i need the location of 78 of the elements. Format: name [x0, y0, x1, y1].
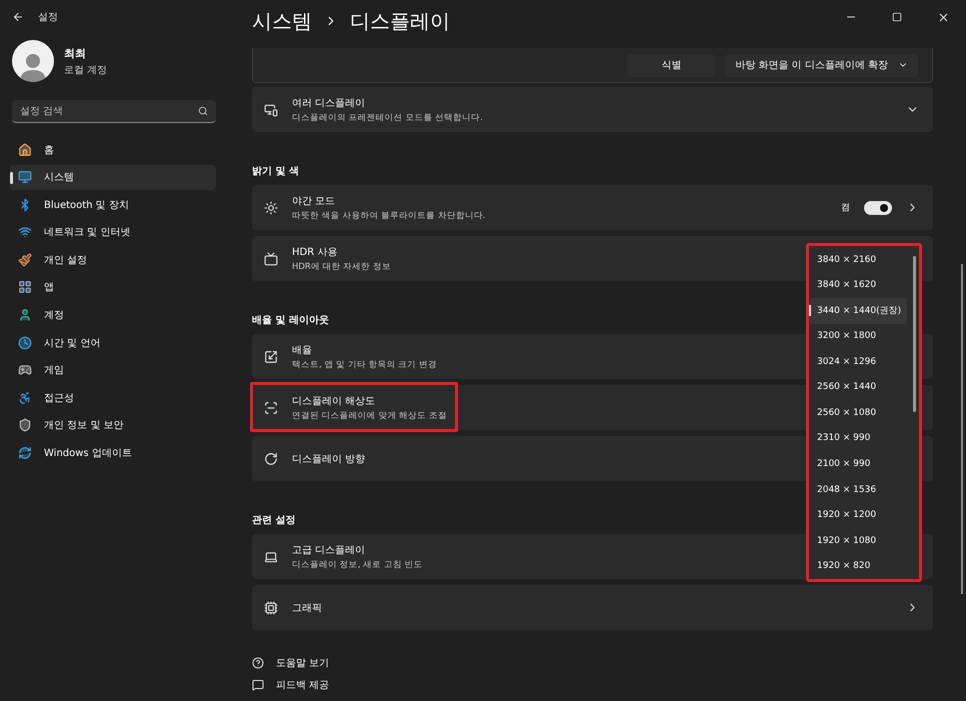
resolution-option[interactable]: 3440 × 1440(권장) [809, 298, 907, 324]
monitors-icon [264, 102, 278, 116]
identify-button[interactable]: 식별 [627, 54, 716, 76]
grid-icon [18, 280, 32, 294]
resolution-option[interactable]: 1920 × 1200 [809, 502, 907, 528]
hdr-icon [264, 252, 278, 266]
setting-description: HDR에 대한 자세한 정보 [292, 260, 391, 272]
nav-item[interactable]: 계정 [10, 302, 216, 328]
setting-title: HDR 사용 [292, 246, 338, 258]
nav-item[interactable]: 네트워크 및 인터넷 [10, 220, 216, 245]
scrollbar-thumb[interactable] [913, 256, 916, 412]
setting-description: 따뜻한 색을 사용하여 블루라이트를 차단합니다. [292, 210, 486, 222]
nav-item[interactable]: Windows 업데이트 [10, 440, 216, 466]
chip-icon [264, 600, 278, 614]
resolution-option[interactable]: 1920 × 820 [809, 553, 907, 579]
setting-row[interactable]: 야간 모드 따뜻한 색을 사용하여 블루라이트를 차단합니다. 켬 [252, 185, 933, 230]
rotate-icon [264, 452, 278, 466]
setting-title: 디스플레이 해상도 [292, 394, 376, 408]
section-header: 관련 설정 [252, 514, 296, 527]
section-header: 배율 및 레이아웃 [252, 314, 329, 327]
breadcrumb-parent[interactable]: 시스템 [252, 8, 312, 34]
scale-icon [264, 350, 278, 364]
toggle-switch[interactable] [864, 200, 892, 214]
setting-row[interactable]: 그래픽 [252, 585, 933, 630]
maximize-icon [892, 12, 902, 22]
account-name: 최최 [64, 46, 87, 60]
footer-link[interactable]: 피드백 제공 [276, 678, 330, 692]
help-icon [252, 657, 264, 669]
home-icon [18, 142, 32, 156]
nav-item[interactable]: Bluetooth 및 장치 [10, 192, 216, 218]
resolution-option[interactable]: 2100 × 990 [809, 451, 907, 477]
laptop-icon [264, 550, 278, 564]
setting-description: 텍스트, 앱 및 기타 항목의 크기 변경 [292, 358, 437, 370]
close-icon [936, 10, 950, 24]
toggle-state: 켬 [841, 202, 850, 214]
resolution-icon [264, 400, 278, 414]
setting-title: 야간 모드 [292, 194, 336, 208]
refresh-icon [18, 446, 32, 460]
window-title: 설정 [38, 11, 58, 24]
avatar [12, 40, 54, 82]
gamepad-icon [18, 363, 32, 378]
nav-item[interactable]: 접근성 [10, 385, 216, 410]
nav-item[interactable]: 게임 [10, 358, 216, 383]
paintbrush-icon [18, 252, 32, 267]
wifi-icon [18, 225, 32, 240]
setting-row[interactable]: 여러 디스플레이 디스플레이의 프레젠테이션 모드를 선택합니다. [252, 87, 933, 132]
nav-item[interactable]: 개인 설정 [10, 247, 216, 272]
display-mode-dropdown[interactable]: 바탕 화면을 이 디스플레이에 확장 [725, 54, 918, 76]
setting-description: 디스플레이의 프레젠테이션 모드를 선택합니다. [292, 112, 483, 124]
setting-title: 배율 [292, 344, 312, 356]
resolution-option[interactable]: 3024 × 1296 [809, 349, 907, 375]
shield-icon [18, 418, 32, 432]
nav-item[interactable]: 시간 및 언어 [10, 330, 216, 356]
accessibility-icon [18, 390, 32, 405]
setting-description: 디스플레이 정보, 새로 고침 빈도 [292, 558, 423, 570]
resolution-option[interactable]: 2560 × 1080 [809, 400, 907, 426]
setting-description: 연결된 디스플레이에 맞게 해상도 조절 [292, 410, 447, 422]
back-icon[interactable] [12, 11, 24, 23]
sun-icon [264, 200, 278, 214]
search-icon [198, 106, 208, 116]
resolution-option[interactable]: 3840 × 2160 [809, 247, 907, 273]
page-title: 디스플레이 [350, 8, 450, 34]
nav-item[interactable]: 시스템 [10, 164, 216, 190]
footer-link[interactable]: 도움말 보기 [276, 656, 330, 670]
search-field[interactable]: 설정 검색 [12, 100, 216, 123]
feedback-icon [252, 679, 264, 691]
nav-item[interactable]: 홈 [10, 137, 216, 162]
monitor-icon [18, 170, 32, 184]
clock-icon [18, 336, 32, 350]
setting-title: 그래픽 [292, 602, 322, 614]
account-type: 로컬 계정 [64, 64, 108, 76]
setting-title: 여러 디스플레이 [292, 96, 366, 110]
section-header: 밝기 및 색 [252, 165, 299, 178]
setting-title: 디스플레이 방향 [292, 452, 366, 466]
nav-item[interactable]: 개인 정보 및 보안 [10, 412, 216, 438]
setting-title: 고급 디스플레이 [292, 544, 366, 556]
person-icon [18, 308, 32, 322]
nav-item[interactable]: 앱 [10, 274, 216, 300]
